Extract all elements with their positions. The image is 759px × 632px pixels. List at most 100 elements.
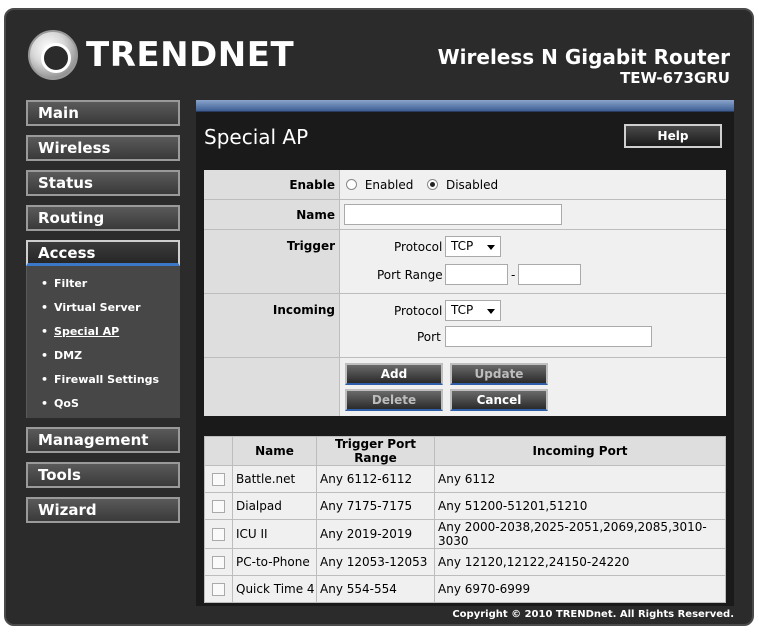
name-label: Name xyxy=(204,200,340,229)
table-row: ICU II Any 2019-2019 Any 2000-2038,2025-… xyxy=(204,519,726,549)
disabled-label: Disabled xyxy=(445,178,499,192)
trigger-row: Trigger Protocol TCP Port Range - xyxy=(204,230,726,294)
trigger-port-end-input[interactable] xyxy=(518,264,581,285)
table-row: Battle.net Any 6112-6112 Any 6112 xyxy=(204,465,726,493)
actions-cell: Add Update Delete Cancel xyxy=(340,358,726,416)
product-title: Wireless N Gigabit Router xyxy=(437,45,730,69)
help-button[interactable]: Help xyxy=(624,124,722,148)
product-model: TEW-673GRU xyxy=(620,69,730,87)
table-row: PC-to-Phone Any 12053-12053 Any 12120,12… xyxy=(204,548,726,576)
name-cell xyxy=(340,200,726,229)
nav-wizard[interactable]: Wizard xyxy=(26,497,180,523)
row-checkbox-cell xyxy=(204,465,233,493)
row-checkbox[interactable] xyxy=(212,500,225,513)
trigger-port-start-input[interactable] xyxy=(445,264,508,285)
incoming-port-label: Port xyxy=(417,330,441,344)
sidebar-nav: Main Wireless Status Routing Access • Fil… xyxy=(26,100,182,532)
header: TRENDNET Wireless N Gigabit Router TEW-6… xyxy=(6,10,752,98)
submenu-special-ap[interactable]: • Special AP xyxy=(27,320,180,344)
submenu-firewall-settings[interactable]: • Firewall Settings xyxy=(27,368,180,392)
trigger-column-header: Trigger Port Range xyxy=(316,436,435,466)
table-header-row: Name Trigger Port Range Incoming Port xyxy=(204,436,726,466)
row-trigger: Any 554-554 xyxy=(316,575,435,603)
row-name: Dialpad xyxy=(232,492,317,520)
disabled-radio[interactable] xyxy=(427,179,439,190)
trigger-cell: Protocol TCP Port Range - xyxy=(340,230,726,293)
name-column-header: Name xyxy=(232,436,317,466)
bullet-icon: • xyxy=(41,301,49,314)
row-checkbox-cell xyxy=(204,492,233,520)
enable-row: Enable Enabled Disabled xyxy=(204,170,726,200)
incoming-protocol-select[interactable]: TCP xyxy=(445,300,501,321)
access-submenu: • Filter • Virtual Server • Special AP • DMZ… xyxy=(26,266,180,418)
range-separator: - xyxy=(511,268,516,282)
router-frame: TRENDNET Wireless N Gigabit Router TEW-6… xyxy=(4,8,754,626)
incoming-row: Incoming Protocol TCP Port xyxy=(204,294,726,358)
select-column-header xyxy=(204,436,233,466)
trendnet-logo: TRENDNET xyxy=(28,30,294,80)
row-incoming: Any 6970-6999 xyxy=(434,575,726,603)
submenu-filter[interactable]: • Filter xyxy=(27,272,180,296)
trigger-label: Trigger xyxy=(204,230,340,293)
incoming-protocol-label: Protocol xyxy=(394,304,443,318)
row-checkbox[interactable] xyxy=(212,583,225,596)
row-checkbox[interactable] xyxy=(212,473,225,486)
nav-main[interactable]: Main xyxy=(26,100,180,126)
bullet-icon: • xyxy=(41,397,49,410)
row-trigger: Any 12053-12053 xyxy=(316,548,435,576)
bullet-icon: • xyxy=(41,349,49,362)
enabled-radio[interactable] xyxy=(346,179,357,190)
enable-options: Enabled Disabled xyxy=(340,170,726,199)
row-trigger: Any 6112-6112 xyxy=(316,465,435,493)
incoming-cell: Protocol TCP Port xyxy=(340,294,726,357)
row-checkbox-cell xyxy=(204,548,233,576)
submenu-virtual-server[interactable]: • Virtual Server xyxy=(27,296,180,320)
special-ap-table: Name Trigger Port Range Incoming Port Ba… xyxy=(204,436,726,603)
product-info: Wireless N Gigabit Router TEW-673GRU xyxy=(438,45,730,87)
delete-button[interactable]: Delete xyxy=(345,389,443,411)
copyright-text: Copyright © 2010 TRENDnet. All Rights Re… xyxy=(452,609,734,620)
update-button[interactable]: Update xyxy=(450,363,548,385)
row-trigger: Any 7175-7175 xyxy=(316,492,435,520)
nav-routing[interactable]: Routing xyxy=(26,205,180,231)
name-input[interactable] xyxy=(344,204,562,225)
enable-label: Enable xyxy=(204,170,340,199)
row-incoming: Any 6112 xyxy=(434,465,726,493)
row-checkbox-cell xyxy=(204,519,233,549)
enabled-label: Enabled xyxy=(364,178,414,192)
row-checkbox[interactable] xyxy=(212,556,225,569)
trigger-protocol-select[interactable]: TCP xyxy=(445,236,501,257)
row-incoming: Any 2000-2038,2025-2051,2069,2085,3010-3… xyxy=(434,519,726,549)
table-row: Quick Time 4 Any 554-554 Any 6970-6999 xyxy=(204,575,726,603)
incoming-port-input[interactable] xyxy=(445,326,652,347)
submenu-qos[interactable]: • QoS xyxy=(27,392,180,416)
row-checkbox[interactable] xyxy=(212,528,225,541)
main-panel: Special AP Help Enable Enabled Disabled … xyxy=(196,100,734,606)
name-row: Name xyxy=(204,200,726,230)
incoming-label: Incoming xyxy=(204,294,340,357)
nav-tools[interactable]: Tools xyxy=(26,462,180,488)
nav-status[interactable]: Status xyxy=(26,170,180,196)
row-name: ICU II xyxy=(232,519,317,549)
row-trigger: Any 2019-2019 xyxy=(316,519,435,549)
add-button[interactable]: Add xyxy=(345,363,443,385)
bullet-icon: • xyxy=(41,325,49,338)
special-ap-form: Enable Enabled Disabled Name Trigger Pro… xyxy=(204,170,726,416)
table-row: Dialpad Any 7175-7175 Any 51200-51201,51… xyxy=(204,492,726,520)
row-name: Battle.net xyxy=(232,465,317,493)
nav-management[interactable]: Management xyxy=(26,427,180,453)
nav-wireless[interactable]: Wireless xyxy=(26,135,180,161)
actions-label-cell xyxy=(204,358,340,416)
trigger-protocol-label: Protocol xyxy=(394,240,443,254)
page-title: Special AP xyxy=(204,125,309,149)
row-name: PC-to-Phone xyxy=(232,548,317,576)
port-range-label: Port Range xyxy=(377,268,443,282)
bullet-icon: • xyxy=(41,277,49,290)
submenu-dmz[interactable]: • DMZ xyxy=(27,344,180,368)
row-checkbox-cell xyxy=(204,575,233,603)
actions-row: Add Update Delete Cancel xyxy=(204,358,726,416)
row-incoming: Any 12120,12122,24150-24220 xyxy=(434,548,726,576)
nav-access[interactable]: Access xyxy=(26,240,180,266)
panel-topbar xyxy=(196,100,734,112)
cancel-button[interactable]: Cancel xyxy=(450,389,548,411)
